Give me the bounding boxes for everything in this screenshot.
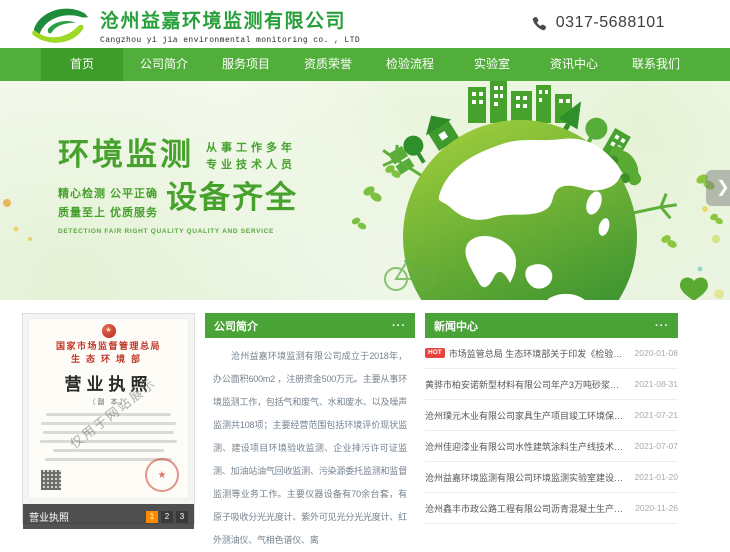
company-name: 沧州益嘉环境监测有限公司	[100, 6, 360, 33]
banner-subtext-right: 从事工作多年 专业技术人员	[206, 140, 296, 174]
news-panel-title: 新闻中心	[434, 318, 478, 334]
nav-item-inspection-process[interactable]: 检验流程	[369, 48, 451, 81]
news-item-link[interactable]: 沧州璞元木业有限公司家具生产项目竣工环境保… 2021-07-21	[425, 400, 678, 431]
header-phone: 0317-5688101	[532, 14, 665, 32]
news-panel-header: 新闻中心 ···	[425, 313, 678, 338]
red-seal-stamp: ★	[145, 458, 179, 492]
brand-block: 沧州益嘉环境监测有限公司 Cangzhou yi jia environment…	[100, 6, 360, 45]
profile-body-text: 沧州益嘉环境监测有限公司成立于2018年，办公面积600m2 ，注册资金500万…	[205, 338, 415, 552]
nav-item-home[interactable]: 首页	[41, 48, 123, 81]
company-name-en: Cangzhou yi jia environmental monitoring…	[100, 36, 360, 45]
news-more-button[interactable]: ···	[655, 320, 669, 332]
content-section: ★ 国家市场监督管理总局 生态环境部 营业执照 （副 本） 仅用于网站展示 ★ …	[0, 313, 730, 517]
hot-badge: HOT	[425, 348, 445, 359]
banner-headline-1: 环境监测	[58, 137, 194, 173]
news-center-panel: 新闻中心 ··· HOT 市场监管总局 生态环境部关于印发《检验… 2020-0…	[425, 313, 678, 524]
nav-item-services[interactable]: 服务项目	[205, 48, 287, 81]
news-item-link[interactable]: 沧州鑫丰市政公路工程有限公司沥青混凝土生产… 2020-11-26	[425, 493, 678, 524]
license-blur-text	[43, 431, 173, 434]
site-header: 沧州益嘉环境监测有限公司 Cangzhou yi jia environment…	[0, 0, 730, 48]
nav-item-qualifications[interactable]: 资质荣誉	[287, 48, 369, 81]
license-issuer-line1: 国家市场监督管理总局	[29, 339, 188, 352]
phone-icon	[532, 16, 547, 31]
phone-number: 0317-5688101	[556, 14, 665, 32]
nav-item-company-profile[interactable]: 公司简介	[123, 48, 205, 81]
banner-caption-en: DETECTION FAIR RIGHT QUALITY QUALITY AND…	[58, 228, 298, 235]
news-item-link[interactable]: HOT 市场监管总局 生态环境部关于印发《检验… 2020-01-08	[425, 338, 678, 369]
news-item-link[interactable]: 沧州佳迎漆业有限公司水性建筑涂料生产线技术… 2021-07-07	[425, 431, 678, 462]
nav-item-contact[interactable]: 联系我们	[615, 48, 697, 81]
profile-panel-header: 公司简介 ···	[205, 313, 415, 338]
banner-headline-2: 设备齐全	[166, 180, 298, 216]
news-item-link[interactable]: 黄骅市柏安诺新型材料有限公司年产3万吨砂浆… 2021-08-31	[425, 369, 678, 400]
main-nav: 首页 公司简介 服务项目 资质荣誉 检验流程 实验室 资讯中心 联系我们	[0, 48, 730, 81]
carousel-next-button[interactable]: ❯	[706, 170, 730, 206]
business-license-image: ★ 国家市场监督管理总局 生态环境部 营业执照 （副 本） 仅用于网站展示 ★	[28, 318, 189, 499]
national-emblem-icon: ★	[102, 324, 116, 338]
profile-more-button[interactable]: ···	[392, 320, 406, 332]
company-profile-panel: 公司简介 ··· 沧州益嘉环境监测有限公司成立于2018年，办公面积600m2 …	[205, 313, 415, 517]
banner-subtext-left: 精心检测 公平正确 质量至上 优质服务	[58, 185, 158, 223]
nav-item-news-center[interactable]: 资讯中心	[533, 48, 615, 81]
company-logo-icon	[28, 5, 90, 45]
profile-panel-title: 公司简介	[214, 318, 258, 334]
license-carousel-slide[interactable]: ★ 国家市场监督管理总局 生态环境部 营业执照 （副 本） 仅用于网站展示 ★ …	[22, 313, 195, 524]
banner-slogan: 环境监测 从事工作多年 专业技术人员 精心检测 公平正确 质量至上 优质服务 设…	[58, 137, 298, 235]
nav-item-laboratory[interactable]: 实验室	[451, 48, 533, 81]
hero-banner: 环境监测 从事工作多年 专业技术人员 精心检测 公平正确 质量至上 优质服务 设…	[0, 81, 730, 300]
news-item-link[interactable]: 沧州益嘉环境监测有限公司环境监测实验室建设… 2021-01-20	[425, 462, 678, 493]
qr-code	[41, 470, 61, 490]
